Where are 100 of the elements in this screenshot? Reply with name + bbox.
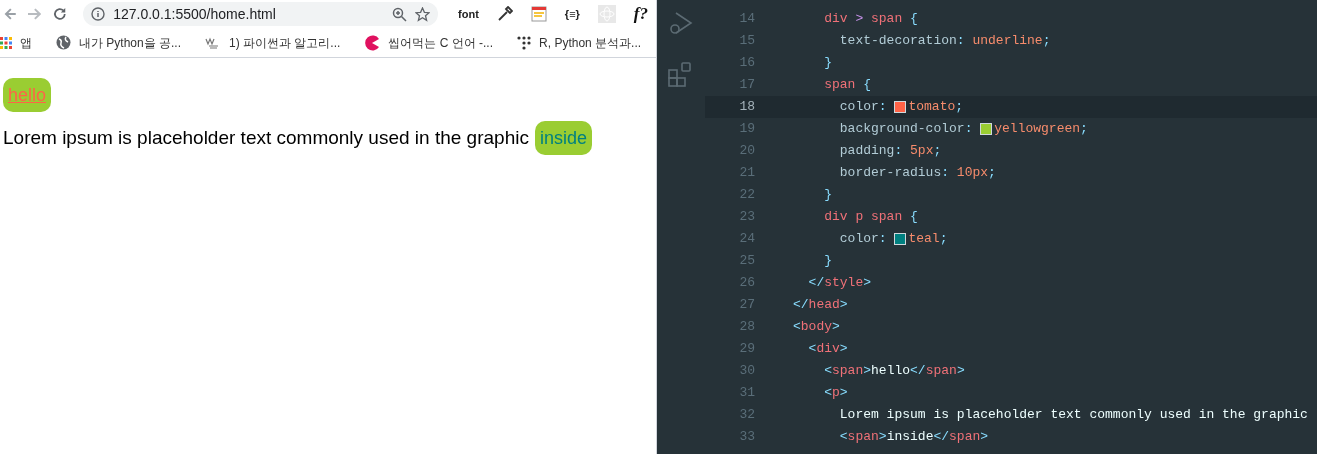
code-token: span <box>847 428 879 447</box>
line-number: 30 <box>738 362 755 381</box>
code-token: 10px <box>956 164 989 183</box>
code-token: div <box>823 10 848 29</box>
code-token: > <box>863 274 872 293</box>
inside-badge: inside <box>534 121 592 155</box>
line-number: 27 <box>738 296 755 315</box>
code-token: </ <box>933 428 950 447</box>
code-token: teal <box>908 230 940 249</box>
code-token: hello <box>871 362 911 381</box>
code-token: < <box>793 318 801 337</box>
run-debug-icon[interactable] <box>668 10 694 36</box>
code-token: 5px <box>910 142 934 161</box>
code-token: ; <box>1080 120 1088 139</box>
code-token: Lorem ipsum is placeholder text commonly used in the graphic <box>838 406 1308 425</box>
code-token: span <box>823 76 856 95</box>
code-token: padding <box>838 142 895 161</box>
code-token: background-color <box>838 120 965 139</box>
bookmark-link[interactable]: 내가 Python을 공... <box>79 33 182 52</box>
code-token: </ <box>793 296 809 315</box>
line-number: 18 <box>738 98 755 117</box>
info-icon[interactable] <box>91 7 106 21</box>
notepad-icon[interactable] <box>530 6 547 22</box>
extensions-icon[interactable] <box>668 61 694 87</box>
code-token: </ <box>807 274 825 293</box>
hello-badge: hello <box>3 78 52 112</box>
address-bar[interactable]: 127.0.0.1:5500/home.html <box>83 2 439 26</box>
line-number: 25 <box>738 252 755 271</box>
line-number: 16 <box>738 54 755 73</box>
code-token: ; <box>1042 32 1051 51</box>
code-token: : <box>964 120 974 139</box>
code-token: > <box>839 296 848 315</box>
code-token: > <box>839 340 848 359</box>
back-arrow-icon[interactable] <box>4 7 16 21</box>
code-token: color <box>838 98 879 117</box>
line-number: 31 <box>738 384 755 403</box>
code-token: > <box>878 428 887 447</box>
code-token: text-decoration <box>838 32 957 51</box>
code-token: span <box>871 10 903 29</box>
code-token: ; <box>933 142 942 161</box>
line-number: 29 <box>738 340 755 359</box>
code-token: : <box>894 142 904 161</box>
line-number: 20 <box>738 142 755 161</box>
star-icon[interactable] <box>415 6 431 22</box>
code-token: span <box>925 362 957 381</box>
code-token: ; <box>939 230 948 249</box>
line-number: 23 <box>738 208 755 227</box>
code-token: < <box>838 428 848 447</box>
code-token: < <box>823 384 832 403</box>
code-token: : <box>956 32 966 51</box>
code-token: style <box>824 274 864 293</box>
code-token: < <box>807 340 817 359</box>
code-token: : <box>878 98 888 117</box>
line-number: 15 <box>738 32 755 51</box>
code-token: border-radius <box>838 164 942 183</box>
code-token: div <box>816 340 840 359</box>
code-token: span <box>832 362 864 381</box>
bookmark-link[interactable]: 씹어먹는 C 언어 -... <box>388 33 494 52</box>
code-token: > <box>854 10 865 29</box>
code-token: inside <box>886 428 934 447</box>
code-token: } <box>823 186 832 205</box>
code-token: ; <box>955 98 964 117</box>
code-token: p <box>832 384 840 403</box>
dots-icon <box>517 35 532 50</box>
extension-button[interactable]: {≡} <box>564 5 580 23</box>
line-number: 33 <box>738 428 755 447</box>
code-token: > <box>832 318 840 337</box>
code-token: </ <box>910 362 926 381</box>
extension-button[interactable]: f? <box>633 1 648 27</box>
code-token: < <box>823 362 832 381</box>
zoom-icon[interactable] <box>392 6 408 22</box>
code-token: ; <box>988 164 996 183</box>
line-number: 19 <box>738 120 755 139</box>
line-number: 32 <box>738 406 755 425</box>
line-number: 17 <box>738 76 755 95</box>
code-token: body <box>800 318 833 337</box>
code-token: underline <box>972 32 1043 51</box>
globe-icon <box>56 35 71 50</box>
code-token: : <box>941 164 951 183</box>
extension-button[interactable]: font <box>458 5 479 23</box>
code-token: > <box>839 384 848 403</box>
code-token: tomato <box>908 98 956 117</box>
bookmark-link[interactable]: 앱 <box>20 33 32 52</box>
code-token: span <box>949 428 981 447</box>
code-token: > <box>956 362 965 381</box>
code-token: color <box>838 230 879 249</box>
line-number: 22 <box>738 186 755 205</box>
code-token: } <box>823 54 832 73</box>
code-token: head <box>808 296 840 315</box>
reload-icon[interactable] <box>53 7 68 21</box>
code-token: { <box>909 208 918 227</box>
bookmark-link[interactable]: 1) 파이썬과 알고리... <box>229 33 341 52</box>
line-number: 24 <box>738 230 755 249</box>
apps-grid-icon <box>0 36 12 49</box>
line-number: 14 <box>738 10 755 29</box>
code-token: { <box>909 10 918 29</box>
bookmark-link[interactable]: R, Python 분석과... <box>539 33 642 52</box>
code-token: : <box>878 230 888 249</box>
line-number: 28 <box>738 318 755 337</box>
line-number: 21 <box>738 164 755 183</box>
